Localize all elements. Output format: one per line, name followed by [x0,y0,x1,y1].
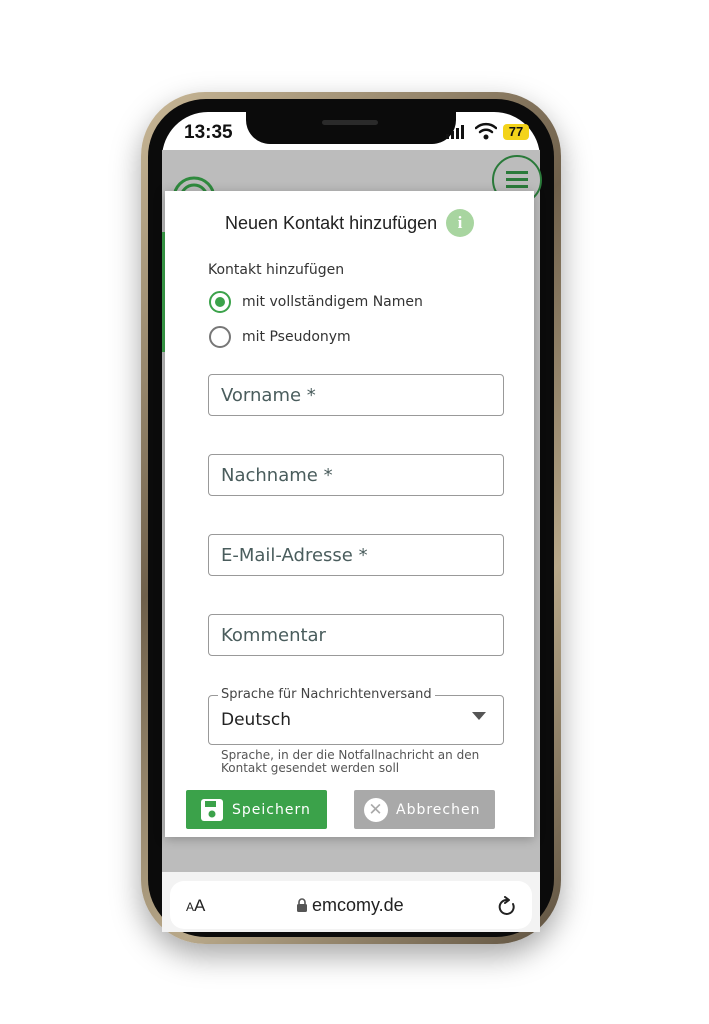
cancel-button-label: Abbrechen [396,801,481,818]
radio-pseudonym[interactable] [209,326,231,348]
lock-icon [296,898,308,917]
battery-indicator: 77 [503,124,529,140]
chevron-down-icon[interactable] [472,712,486,720]
email-field[interactable] [208,534,504,576]
add-contact-label: Kontakt hinzufügen [208,262,345,278]
phone-speaker [322,120,378,125]
language-select-label: Sprache für Nachrichtenversand [218,687,435,702]
comment-input[interactable] [221,615,491,655]
first-name-field[interactable] [208,374,504,416]
comment-field[interactable] [208,614,504,656]
close-circle-icon: ✕ [364,797,388,822]
save-button[interactable]: Speichern [186,790,327,829]
dialog-title: Neuen Kontakt hinzufügen [225,213,438,233]
wifi-icon [474,122,498,144]
language-helper-text: Sprache, in der die Notfallnachricht an … [221,748,480,775]
language-select-value[interactable]: Deutsch [221,710,291,730]
radio-full-name[interactable] [209,291,231,313]
info-icon[interactable]: i [446,209,474,237]
cancel-button[interactable]: ✕ Abbrechen [354,790,495,829]
first-name-input[interactable] [221,375,491,415]
status-time: 13:35 [184,122,233,143]
save-disk-icon [200,798,224,822]
signal-icon [446,125,464,139]
last-name-field[interactable] [208,454,504,496]
save-button-label: Speichern [232,801,311,818]
radio-pseudonym-label: mit Pseudonym [242,329,351,345]
email-input[interactable] [221,535,491,575]
url-text[interactable]: emcomy.de [312,895,404,916]
last-name-input[interactable] [221,455,491,495]
text-size-button[interactable]: AA [186,896,205,916]
reload-icon[interactable] [497,896,517,922]
radio-full-name-label: mit vollständigem Namen [242,294,423,310]
